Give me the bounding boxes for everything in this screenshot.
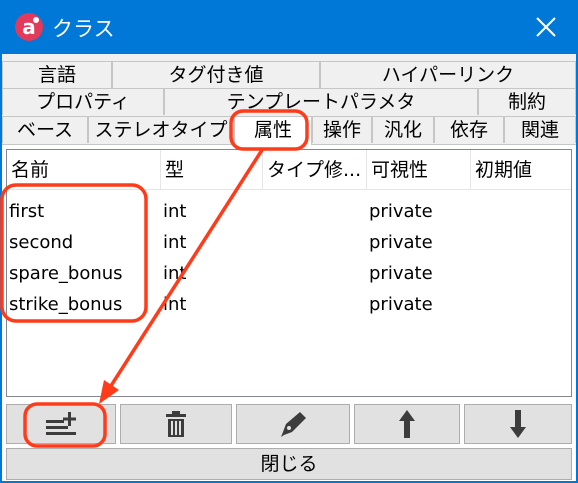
cell-type: int [163,201,187,222]
cell-type: int [163,232,187,253]
tab-stereotype[interactable]: ステレオタイプ [88,116,234,143]
edit-attribute-button[interactable] [236,404,350,444]
tab-hyperlink[interactable]: ハイパーリンク [320,61,576,88]
window-title: クラス [52,17,115,41]
column-header-name[interactable]: 名前 [7,150,161,190]
column-header-type[interactable]: 型 [161,150,263,190]
cell-visibility: private [369,201,433,222]
tab-constraints[interactable]: 制約 [478,88,576,115]
cell-type: int [163,294,187,315]
cell-name: strike_bonus [9,294,123,315]
tab-tagged-values[interactable]: タグ付き値 [112,61,320,88]
move-down-button[interactable] [464,404,572,444]
window-close-button[interactable] [522,6,568,48]
tab-dependency[interactable]: 依存 [434,116,504,143]
tab-row-3: ベース ステレオタイプ 属性 操作 汎化 依存 関連 [2,116,576,145]
tab-generalization[interactable]: 汎化 [372,116,434,143]
tab-base[interactable]: ベース [2,116,88,143]
tab-association[interactable]: 関連 [504,116,576,143]
move-up-icon [399,410,415,438]
attribute-toolbar [6,404,572,444]
delete-icon [166,411,186,437]
delete-attribute-button[interactable] [120,404,232,444]
tab-row-1: 言語 タグ付き値 ハイパーリンク [2,61,576,88]
cell-visibility: private [369,232,433,253]
table-row[interactable]: first int private [7,196,571,227]
table-row[interactable]: spare_bonus int private [7,258,571,289]
table-row[interactable]: strike_bonus int private [7,289,571,320]
tab-row-2: プロパティ テンプレートパラメタ 制約 [2,88,576,115]
table-row[interactable]: second int private [7,227,571,258]
tab-attributes[interactable]: 属性 [234,116,312,145]
cell-name: first [9,201,45,222]
dialog-client-area: 言語 タグ付き値 ハイパーリンク プロパティ テンプレートパラメタ 制約 ベース… [2,54,576,481]
add-attribute-button[interactable] [6,404,116,444]
close-icon [536,17,556,37]
list-header: 名前 型 タイプ修... 可視性 初期値 [7,150,571,190]
attributes-list[interactable]: 名前 型 タイプ修... 可視性 初期値 first int private s… [6,149,572,397]
column-header-type-modifier[interactable]: タイプ修... [263,150,367,190]
tab-operations[interactable]: 操作 [312,116,372,143]
cell-name: second [9,232,74,253]
add-attribute-icon [46,412,76,435]
column-header-initial-value[interactable]: 初期値 [471,150,571,190]
cell-visibility: private [369,263,433,284]
column-header-visibility[interactable]: 可視性 [367,150,471,190]
title-bar: a クラス [0,0,578,54]
cell-name: spare_bonus [9,263,123,284]
tab-language[interactable]: 言語 [2,61,112,88]
move-up-button[interactable] [354,404,460,444]
tab-template-parameters[interactable]: テンプレートパラメタ [164,88,478,115]
attributes-panel: 名前 型 タイプ修... 可視性 初期値 first int private s… [2,144,576,481]
move-down-icon [510,410,526,438]
app-logo-icon: a [15,13,43,41]
cell-visibility: private [369,294,433,315]
cell-type: int [163,263,187,284]
close-button[interactable]: 閉じる [6,448,572,480]
edit-pen-icon [281,412,306,437]
tab-properties[interactable]: プロパティ [2,88,164,115]
